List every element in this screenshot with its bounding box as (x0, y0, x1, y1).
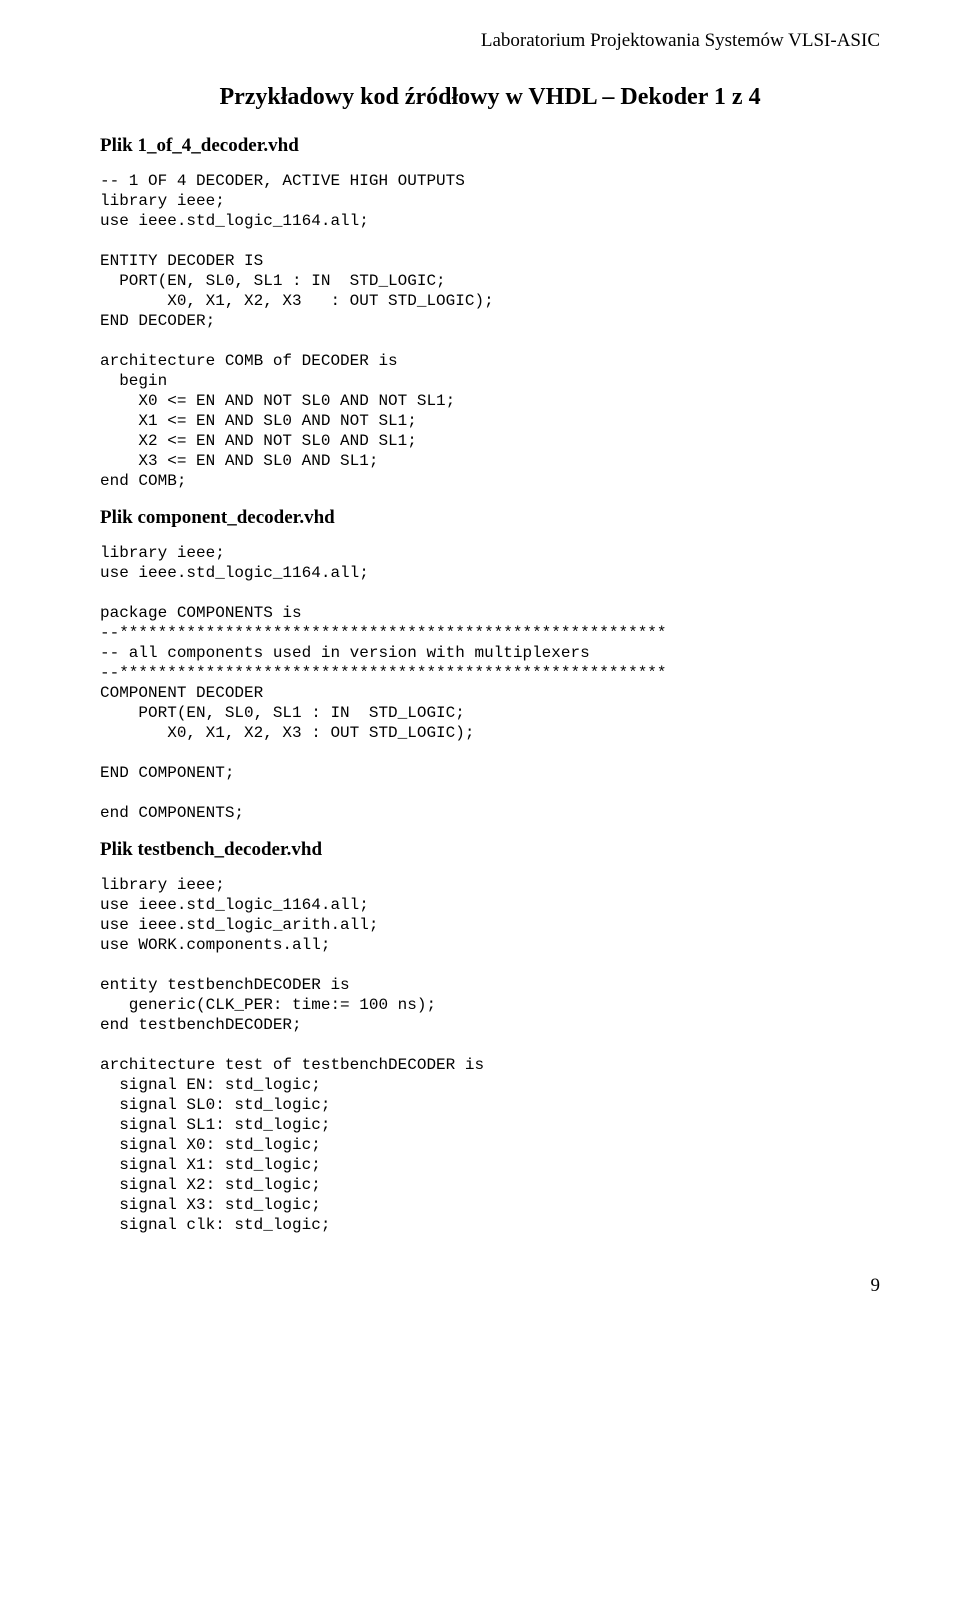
code-block-component: library ieee; use ieee.std_logic_1164.al… (100, 543, 880, 823)
code-block-testbench: library ieee; use ieee.std_logic_1164.al… (100, 875, 880, 1235)
lab-header: Laboratorium Projektowania Systemów VLSI… (100, 30, 880, 52)
file-label-decoder: Plik 1_of_4_decoder.vhd (100, 135, 880, 157)
code-block-decoder: -- 1 OF 4 DECODER, ACTIVE HIGH OUTPUTS l… (100, 171, 880, 491)
file-label-testbench: Plik testbench_decoder.vhd (100, 839, 880, 861)
page-title: Przykładowy kod źródłowy w VHDL – Dekode… (100, 84, 880, 111)
page-number: 9 (100, 1275, 880, 1297)
file-label-component: Plik component_decoder.vhd (100, 507, 880, 529)
